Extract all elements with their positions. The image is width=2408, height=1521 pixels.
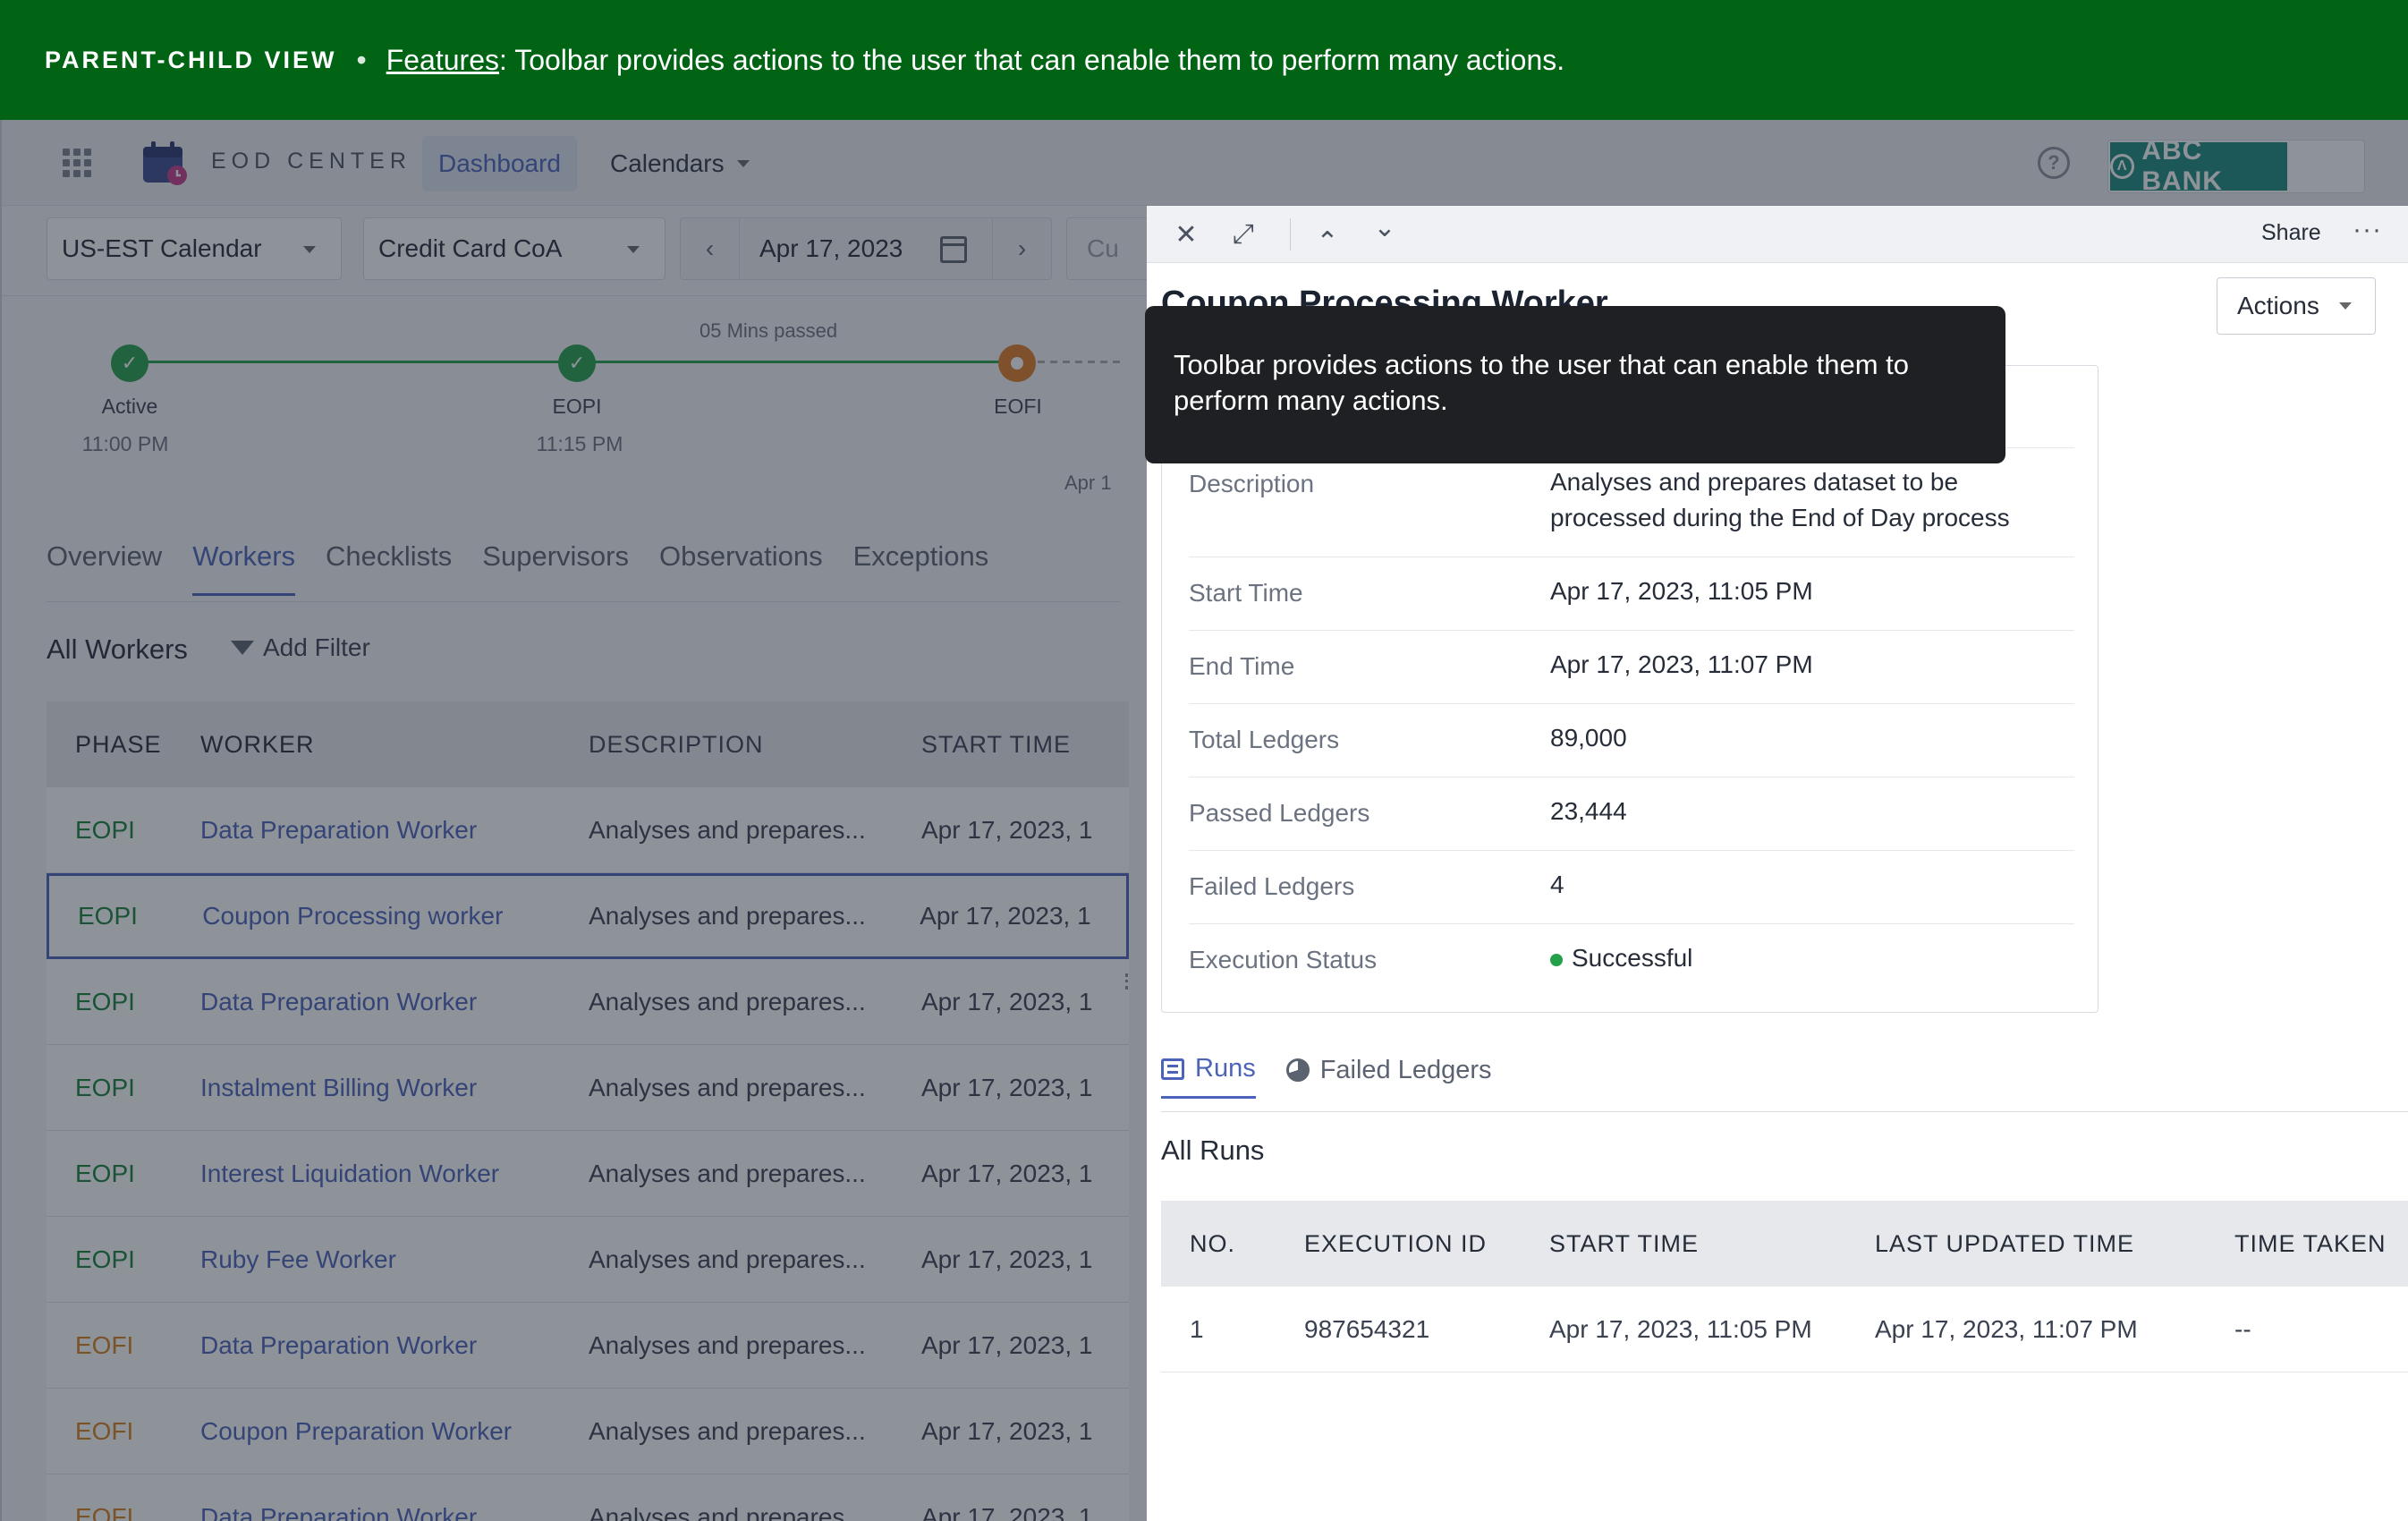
features-link[interactable]: Features <box>386 44 499 77</box>
detail-row: Start Time Apr 17, 2023, 11:05 PM <box>1189 557 2074 631</box>
banner-tag: PARENT-CHILD VIEW <box>45 46 337 73</box>
column-header[interactable]: NO. <box>1161 1230 1304 1258</box>
detail-label: Execution Status <box>1189 946 1378 973</box>
divider <box>1290 218 1291 251</box>
run-updated-time: Apr 17, 2023, 11:07 PM <box>1875 1314 2138 1343</box>
chevron-down-icon <box>2338 302 2352 310</box>
detail-value: 23,444 <box>1550 797 1627 825</box>
share-button[interactable]: Share <box>2261 220 2321 246</box>
tab-failed-ledgers-label: Failed Ledgers <box>1319 1055 1492 1084</box>
table-header: NO. EXECUTION ID START TIME LAST UPDATED… <box>1161 1201 2408 1287</box>
close-icon[interactable]: ✕ <box>1166 215 1206 254</box>
detail-row: Execution Status Successful <box>1189 924 2074 998</box>
detail-row: Total Ledgers 89,000 <box>1189 704 2074 777</box>
detail-value: Apr 17, 2023, 11:07 PM <box>1550 650 1813 678</box>
detail-label: Passed Ledgers <box>1189 799 1370 827</box>
panel-tabs: Runs Failed Ledgers <box>1161 1054 1492 1099</box>
pie-chart-icon <box>1285 1058 1310 1082</box>
banner-text: : Toolbar provides actions to the user t… <box>498 43 1565 76</box>
run-no: 1 <box>1190 1314 1204 1343</box>
detail-value: Apr 17, 2023, 11:05 PM <box>1550 577 1813 605</box>
detail-row: Passed Ledgers 23,444 <box>1189 777 2074 851</box>
column-header[interactable]: START TIME <box>1549 1230 1875 1258</box>
column-header[interactable]: TIME TAKEN <box>2234 1230 2408 1258</box>
detail-label: Description <box>1189 470 1315 497</box>
detail-value: 89,000 <box>1550 724 1627 752</box>
chevron-up-icon[interactable]: ⌃ <box>1308 222 1347 261</box>
tab-failed-ledgers[interactable]: Failed Ledgers <box>1285 1054 1492 1099</box>
detail-value: 4 <box>1550 871 1564 898</box>
tab-runs-label: Runs <box>1195 1054 1256 1083</box>
chevron-down-icon[interactable]: ⌄ <box>1365 208 1404 247</box>
detail-value: Analyses and prepares dataset to be proc… <box>1550 468 2010 531</box>
run-start-time: Apr 17, 2023, 11:05 PM <box>1549 1314 1812 1343</box>
actions-label: Actions <box>2237 292 2319 319</box>
list-icon <box>1161 1058 1184 1080</box>
actions-button[interactable]: Actions <box>2217 277 2376 335</box>
expand-icon[interactable]: ⤢ <box>1224 215 1263 254</box>
detail-label: Total Ledgers <box>1189 726 1340 753</box>
run-time-taken: -- <box>2234 1314 2251 1343</box>
detail-row: Failed Ledgers 4 <box>1189 851 2074 924</box>
table-row[interactable]: 1 987654321 Apr 17, 2023, 11:05 PM Apr 1… <box>1161 1287 2408 1372</box>
more-icon[interactable]: ··· <box>2353 215 2382 245</box>
status-dot-icon <box>1550 953 1563 966</box>
column-header[interactable]: EXECUTION ID <box>1304 1230 1549 1258</box>
divider <box>1161 1111 2408 1112</box>
status-text: Successful <box>1572 944 1693 972</box>
banner-separator: • <box>356 43 367 76</box>
detail-row: End Time Apr 17, 2023, 11:07 PM <box>1189 631 2074 704</box>
runs-table: NO. EXECUTION ID START TIME LAST UPDATED… <box>1161 1201 2408 1372</box>
feature-banner: PARENT-CHILD VIEW • Features : Toolbar p… <box>0 0 2408 120</box>
detail-label: Start Time <box>1189 579 1303 607</box>
detail-label: End Time <box>1189 652 1295 680</box>
tab-runs[interactable]: Runs <box>1161 1054 1256 1099</box>
status-value: Successful <box>1550 940 2051 976</box>
detail-label: Failed Ledgers <box>1189 872 1355 900</box>
panel-toolbar: ✕ ⤢ ⌃ ⌄ Share ··· <box>1147 206 2408 263</box>
toolbar-tooltip: Toolbar provides actions to the user tha… <box>1145 306 2005 463</box>
execution-id: 987654321 <box>1304 1314 1430 1343</box>
column-header[interactable]: LAST UPDATED TIME <box>1875 1230 2234 1258</box>
runs-title: All Runs <box>1161 1134 1265 1166</box>
detail-row: Description Analyses and prepares datase… <box>1189 448 2074 557</box>
